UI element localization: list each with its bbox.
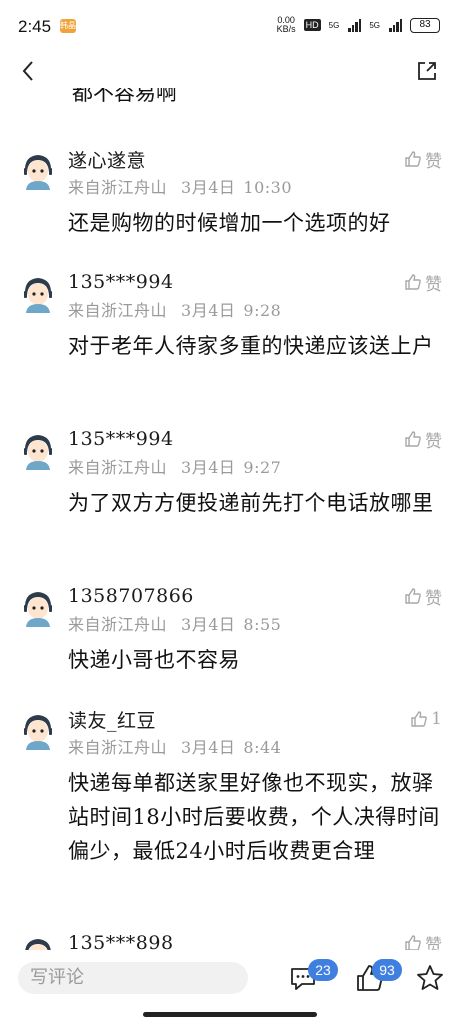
signal-label-1: 5G	[328, 20, 340, 30]
like-count: 1	[431, 709, 442, 729]
status-indicators: 0.00 KB/s HD 5G 5G 83	[277, 14, 440, 36]
comment-location: 来自浙江舟山	[68, 301, 168, 320]
bottom-bar: 写评论 23 93	[0, 950, 460, 1010]
comment-content: 对于老年人待家多重的快递应该送上户	[68, 334, 434, 358]
thumbs-up-icon	[405, 431, 421, 447]
like-label: 赞	[425, 151, 442, 172]
comment-meta: 来自浙江舟山 3月4日 8:44	[68, 736, 442, 760]
back-button[interactable]	[14, 56, 44, 86]
share-button[interactable]	[412, 56, 442, 86]
comment-time: 8:55	[243, 615, 282, 634]
thumbs-up-icon	[405, 151, 421, 167]
comment-meta: 来自浙江舟山 3月4日 10:30	[68, 176, 442, 200]
comment-username[interactable]: 135***994	[68, 428, 174, 450]
comment-location: 来自浙江舟山	[68, 738, 168, 757]
thumbs-up-icon	[405, 274, 421, 290]
comment-content: 为了双方方便投递前先打个电话放哪里	[68, 491, 434, 515]
comment-header: 1358707866 赞	[68, 579, 442, 613]
comment-meta: 来自浙江舟山 3月4日 8:55	[68, 613, 442, 637]
status-bar: 2:45 韩晶 0.00 KB/s HD 5G 5G 83	[0, 0, 460, 48]
network-speed: 0.00 KB/s	[277, 16, 296, 34]
comment-date: 3月4日	[181, 738, 236, 757]
comment-time: 8:44	[243, 738, 282, 757]
like-label: 赞	[425, 431, 442, 452]
comment-date: 3月4日	[181, 615, 236, 634]
comment-date: 3月4日	[181, 301, 236, 320]
avatar[interactable]	[21, 432, 55, 470]
comment-header: 读友_红豆 1	[68, 702, 442, 736]
nav-bar	[0, 48, 460, 92]
like-button[interactable]: 赞	[404, 270, 442, 295]
comment-location: 来自浙江舟山	[68, 615, 168, 634]
comment-item: 135***994 赞 来自浙江舟山 3月4日 9:28 对于老年人待家多重的快递应…	[0, 265, 460, 422]
comment-list: 遂心遂意 赞 来自浙江舟山 3月4日 10:30 还是购物的时候增加一个选项的好 1…	[0, 142, 460, 986]
home-indicator[interactable]	[143, 1012, 317, 1017]
partial-comment-text: 都不容易啊	[72, 88, 452, 110]
like-button[interactable]: 赞	[404, 427, 442, 452]
like-label: 赞	[425, 588, 442, 609]
comment-time: 10:30	[243, 178, 292, 197]
comment-header: 135***994 赞	[68, 422, 442, 456]
comment-item: 遂心遂意 赞 来自浙江舟山 3月4日 10:30 还是购物的时候增加一个选项的好	[0, 142, 460, 265]
back-icon	[22, 61, 33, 81]
signal-icon	[348, 18, 362, 32]
comment-item: 读友_红豆 1 来自浙江舟山 3月4日 8:44 快递每单都送家里好像也不现实，放驿…	[0, 702, 460, 926]
favorite-button[interactable]	[414, 962, 446, 994]
comment-item: 135***994 赞 来自浙江舟山 3月4日 9:27 为了双方方便投递前先打个电…	[0, 422, 460, 579]
comment-content: 快递每单都送家里好像也不现实，放驿站时间18小时后要收费，个人决得时间偏少，最低…	[68, 771, 440, 863]
avatar[interactable]	[21, 589, 55, 627]
comment-date: 3月4日	[181, 178, 236, 197]
partial-comment-content: 都不容易啊	[72, 88, 177, 105]
comment-username[interactable]: 遂心遂意	[68, 146, 146, 173]
thumbs-up-icon	[411, 711, 427, 727]
comment-content: 还是购物的时候增加一个选项的好	[68, 211, 391, 235]
comment-meta: 来自浙江舟山 3月4日 9:28	[68, 299, 442, 323]
comment-location: 来自浙江舟山	[68, 178, 168, 197]
comment-location: 来自浙江舟山	[68, 458, 168, 477]
star-icon	[417, 965, 443, 990]
hd-badge: HD	[303, 19, 321, 31]
comment-meta: 来自浙江舟山 3月4日 9:27	[68, 456, 442, 480]
app-badge: 韩晶	[60, 19, 76, 33]
comment-time: 9:27	[243, 458, 282, 477]
comment-username[interactable]: 1358707866	[68, 585, 194, 607]
comment-item: 1358707866 赞 来自浙江舟山 3月4日 8:55 快递小哥也不容易	[0, 579, 460, 702]
comment-date: 3月4日	[181, 458, 236, 477]
comment-count-badge: 23	[308, 959, 338, 981]
comment-header: 遂心遂意 赞	[68, 142, 442, 176]
network-speed-unit: KB/s	[276, 24, 296, 34]
like-label: 赞	[425, 274, 442, 295]
like-count-badge: 93	[372, 959, 402, 981]
like-button[interactable]: 赞	[404, 584, 442, 609]
share-icon	[418, 62, 436, 80]
signal-icon	[389, 18, 402, 32]
comment-content: 快递小哥也不容易	[68, 648, 240, 672]
battery-icon: 83	[410, 17, 440, 33]
signal-label-2: 5G	[369, 20, 380, 30]
write-comment-input[interactable]: 写评论	[18, 962, 248, 994]
comment-username[interactable]: 读友_红豆	[68, 706, 156, 733]
like-button[interactable]: 赞	[404, 147, 442, 172]
thumbs-up-icon	[405, 588, 421, 604]
avatar[interactable]	[21, 712, 55, 750]
avatar[interactable]	[21, 152, 55, 190]
status-time: 2:45	[18, 17, 52, 36]
comment-username[interactable]: 135***994	[68, 271, 174, 293]
like-button[interactable]: 1	[410, 709, 442, 729]
comment-header: 135***994 赞	[68, 265, 442, 299]
avatar[interactable]	[21, 275, 55, 313]
comment-time: 9:28	[243, 301, 282, 320]
